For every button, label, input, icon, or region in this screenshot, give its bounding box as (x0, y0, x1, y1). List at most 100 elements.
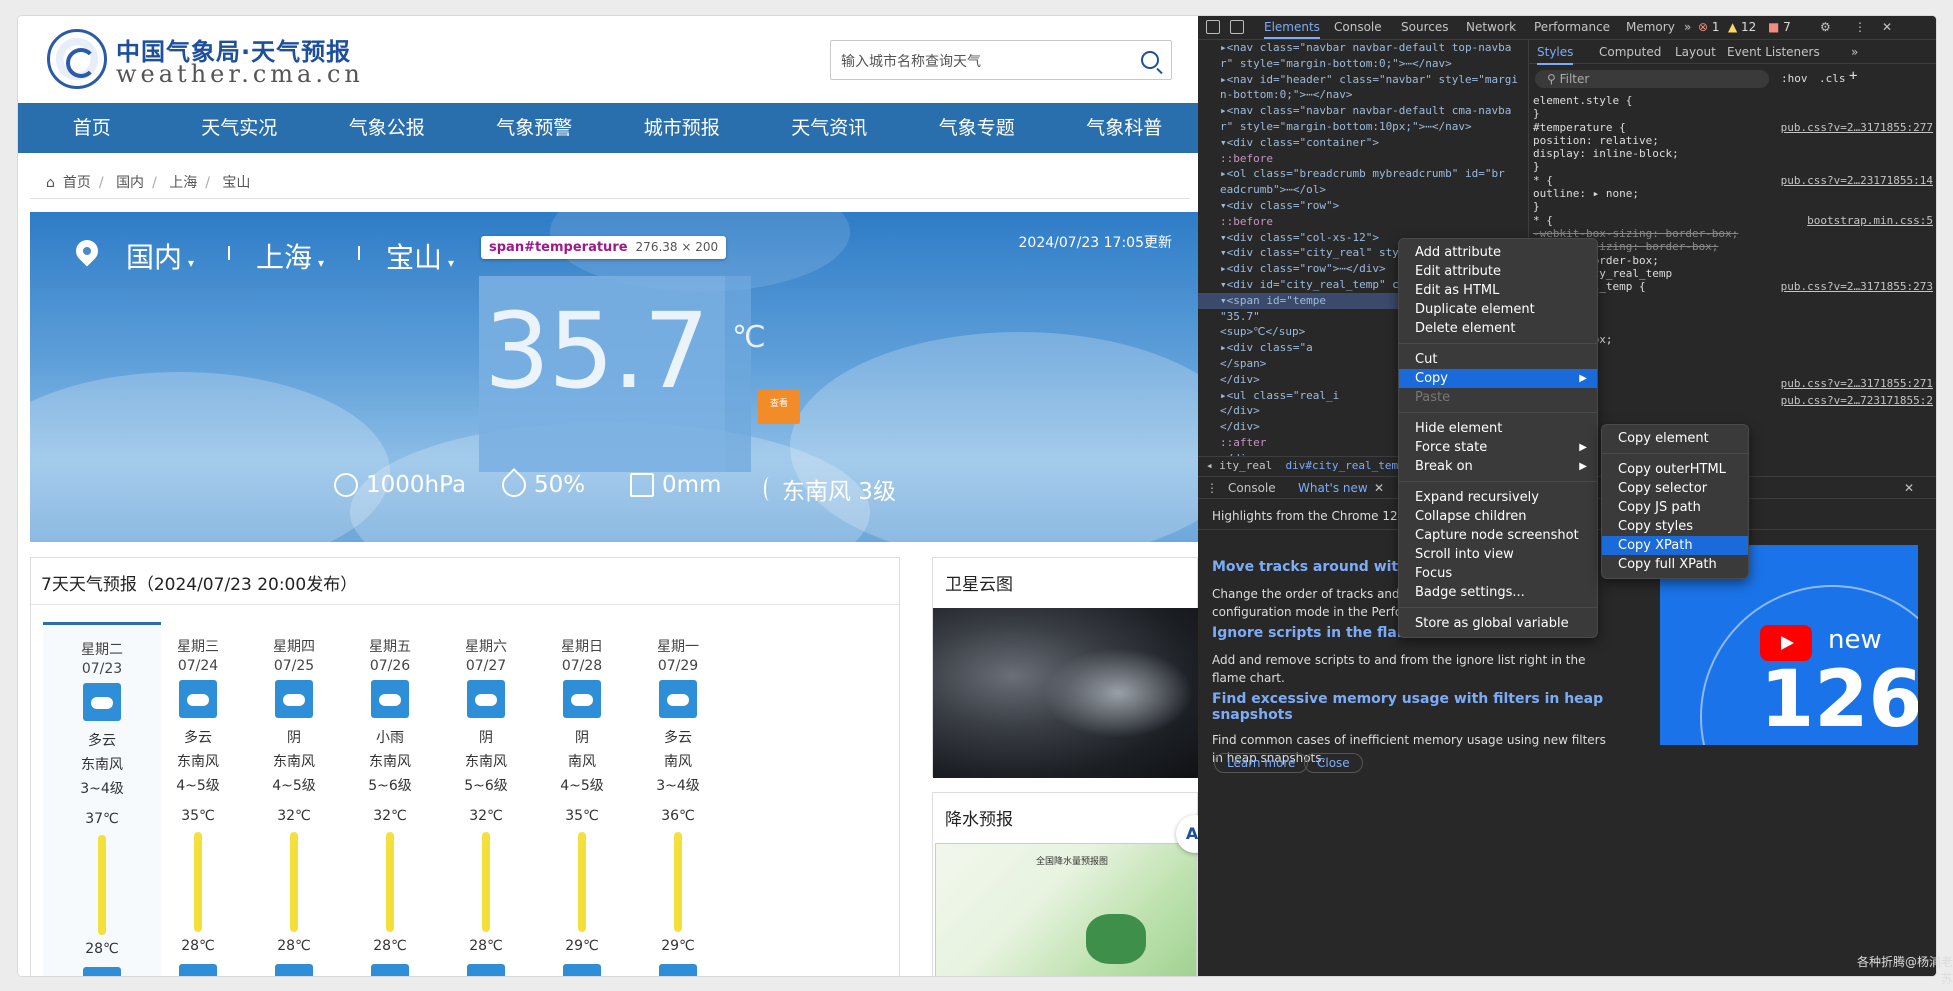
style-line[interactable]: * {bootstrap.min.css:5 (1533, 214, 1933, 227)
cls-toggle[interactable]: .cls (1819, 72, 1846, 85)
context-menu-item[interactable]: Copy ▶ (1399, 369, 1597, 388)
dom-node[interactable]: eadcrumb">⋯</ol> (1198, 182, 1528, 198)
precip-map[interactable]: 全国降水量预报图 (935, 843, 1197, 976)
precip-title[interactable]: 降水预报 (945, 805, 1013, 830)
copy-submenu-item[interactable]: Copy JS path (1602, 498, 1748, 517)
nav-item-science[interactable]: 气象科普 (1051, 103, 1199, 153)
dom-node[interactable]: r" style="margin-bottom:0;">⋯</nav> (1198, 56, 1528, 72)
tab-memory[interactable]: Memory (1626, 20, 1675, 34)
context-menu-item[interactable]: Hide element (1399, 419, 1597, 438)
dom-node[interactable]: ::before (1198, 151, 1528, 167)
nav-item-topics[interactable]: 气象专题 (903, 103, 1051, 153)
tab-layout[interactable]: Layout (1675, 45, 1716, 59)
close-drawer-icon[interactable]: ✕ (1904, 481, 1914, 495)
tab-styles[interactable]: Styles (1537, 45, 1574, 65)
satellite-image[interactable] (933, 608, 1198, 778)
breadcrumb-domestic[interactable]: 国内 (116, 175, 144, 191)
cma-logo[interactable] (47, 29, 107, 89)
nav-item-live[interactable]: 天气实况 (166, 103, 314, 153)
style-line[interactable]: display: inline-block; (1533, 147, 1933, 160)
dom-node[interactable]: ::before (1198, 214, 1528, 230)
nav-item-home[interactable]: 首页 (18, 103, 166, 153)
hov-toggle[interactable]: :hov (1781, 72, 1808, 85)
forecast-day[interactable]: 星期一 07/29 多云 南风 3~4级 36℃ 29℃ (619, 622, 737, 976)
copy-submenu-item[interactable]: Copy outerHTML (1602, 460, 1748, 479)
context-menu-item[interactable]: Duplicate element (1399, 300, 1597, 319)
search-icon[interactable] (1141, 51, 1159, 69)
dom-node[interactable]: ▾<div class="row"> (1198, 198, 1528, 214)
kebab-menu-icon[interactable]: ⋮ (1854, 20, 1866, 34)
context-menu-item[interactable]: Cut (1399, 350, 1597, 369)
copy-submenu-item[interactable]: Copy full XPath (1602, 555, 1748, 574)
more-tabs-icon[interactable]: » (1684, 20, 1691, 34)
style-line[interactable]: } (1533, 160, 1933, 173)
copy-submenu-item[interactable]: Copy XPath (1602, 536, 1748, 555)
context-menu-item[interactable]: Capture node screenshot (1399, 526, 1597, 545)
copy-submenu-item[interactable]: Copy selector (1602, 479, 1748, 498)
context-menu-item[interactable]: Edit as HTML (1399, 281, 1597, 300)
style-line[interactable]: outline: ▸ none; (1533, 187, 1933, 200)
context-menu-item[interactable]: Delete element (1399, 319, 1597, 338)
copy-submenu-item[interactable]: Copy element (1602, 429, 1748, 448)
breadcrumb-home[interactable]: 首页 (63, 175, 91, 191)
tab-console[interactable]: Console (1334, 20, 1382, 34)
more-tabs-icon[interactable]: » (1851, 45, 1858, 59)
breadcrumb-city-real[interactable]: ity_real (1219, 459, 1272, 472)
breadcrumb-city-real-temp[interactable]: div#city_real_temp (1285, 459, 1404, 472)
site-url[interactable]: weather.cma.cn (116, 60, 364, 88)
style-line[interactable]: element.style { (1533, 94, 1933, 107)
dom-node[interactable]: ▸<nav id="header" class="navbar" style="… (1198, 72, 1528, 88)
context-menu-item[interactable]: Add attribute (1399, 243, 1597, 262)
context-menu-item[interactable]: Force state ▶ (1399, 438, 1597, 457)
context-menu-item[interactable]: Badge settings... (1399, 583, 1597, 602)
context-menu-item[interactable]: Store as global variable (1399, 614, 1597, 633)
style-line[interactable]: position: relative; (1533, 134, 1933, 147)
context-menu-item[interactable]: Expand recursively (1399, 488, 1597, 507)
settings-gear-icon[interactable]: ⚙ (1820, 20, 1831, 34)
drawer-tab-whats-new[interactable]: What's new (1298, 481, 1368, 495)
city-search-input[interactable]: 输入城市名称查询天气 (830, 40, 1172, 80)
nav-item-news[interactable]: 天气资讯 (756, 103, 904, 153)
dom-node[interactable]: r" style="margin-bottom:10px;">⋯</nav> (1198, 119, 1528, 135)
tab-computed[interactable]: Computed (1599, 45, 1661, 59)
context-menu-item[interactable]: Paste (1399, 388, 1597, 407)
detail-badge[interactable]: 查看 (758, 390, 800, 424)
warning-count[interactable]: ▲ 12 (1728, 20, 1756, 34)
device-toolbar-icon[interactable] (1230, 20, 1244, 34)
styles-filter-input[interactable]: ⚲ Filter (1535, 70, 1769, 88)
style-line[interactable]: #temperature {pub.css?v=2…3171855:277 (1533, 121, 1933, 134)
city-select[interactable]: 宝山 ▾ (386, 236, 454, 276)
copy-submenu-item[interactable]: Copy styles (1602, 517, 1748, 536)
context-menu-item[interactable]: Scroll into view (1399, 545, 1597, 564)
tab-performance[interactable]: Performance (1534, 20, 1610, 34)
province-select[interactable]: 上海 ▾ (256, 236, 324, 276)
issues-count[interactable]: ■ 7 (1768, 20, 1791, 34)
inspect-icon[interactable] (1206, 20, 1220, 34)
nav-item-city[interactable]: 城市预报 (608, 103, 756, 153)
dom-node[interactable]: ▾<div class="container"> (1198, 135, 1528, 151)
satellite-title[interactable]: 卫星云图 (945, 570, 1013, 595)
close-icon[interactable]: ✕ (1882, 20, 1892, 34)
context-menu-item[interactable]: Break on ▶ (1399, 457, 1597, 476)
nav-item-bulletin[interactable]: 气象公报 (313, 103, 461, 153)
new-rule-icon[interactable]: + (1849, 68, 1857, 84)
drawer-tab-console[interactable]: Console (1228, 481, 1276, 495)
tab-event-listeners[interactable]: Event Listeners (1727, 45, 1820, 59)
context-menu-item[interactable]: Edit attribute (1399, 262, 1597, 281)
style-line[interactable]: } (1533, 200, 1933, 213)
learn-more-button[interactable]: Learn more (1214, 753, 1309, 773)
context-menu-item[interactable]: Collapse children (1399, 507, 1597, 526)
style-line[interactable]: } (1533, 107, 1933, 120)
whats-new-heading-3[interactable]: Find excessive memory usage with filters… (1212, 691, 1612, 723)
error-count[interactable]: ⊗ 1 (1698, 20, 1720, 34)
tab-network[interactable]: Network (1466, 20, 1516, 34)
region-select[interactable]: 国内 ▾ (126, 236, 194, 276)
close-icon[interactable]: ✕ (1374, 481, 1384, 495)
drawer-kebab-icon[interactable]: ⋮ (1206, 481, 1218, 495)
context-menu-item[interactable]: Focus (1399, 564, 1597, 583)
breadcrumb-shanghai[interactable]: 上海 (169, 175, 197, 191)
style-line[interactable]: * {pub.css?v=2…23171855:14 (1533, 174, 1933, 187)
dom-node[interactable]: ▸<ol class="breadcrumb mybreadcrumb" id=… (1198, 166, 1528, 182)
tab-elements[interactable]: Elements (1264, 20, 1320, 39)
dom-node[interactable]: ▸<nav class="navbar navbar-default top-n… (1198, 40, 1528, 56)
